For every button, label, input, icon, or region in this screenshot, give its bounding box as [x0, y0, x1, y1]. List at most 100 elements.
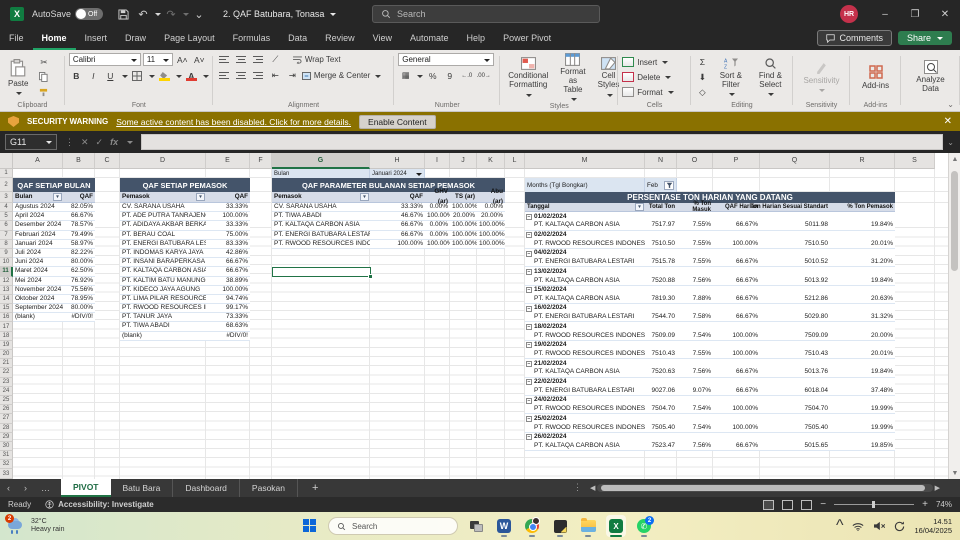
table-row[interactable]: PT. TIWA ABADI 68.63% [120, 322, 250, 332]
wrap-text-button[interactable]: Wrap Text [292, 53, 341, 66]
collapse-icon[interactable]: − [526, 379, 532, 386]
scroll-right-icon[interactable]: ▶ [935, 484, 940, 492]
table-row[interactable]: CV. SARANA USAHA 33.33% 0.00% 100.00% 0.… [272, 203, 505, 213]
table-row[interactable]: PT. KALTAQA CARBON ASIA 7819.30 7.88% 66… [525, 294, 895, 305]
percent-style-icon[interactable]: % [425, 69, 440, 82]
collapse-icon[interactable]: − [526, 434, 532, 441]
find-select-button[interactable]: Find & Select [752, 53, 789, 101]
table-row[interactable]: PT. KALTAQA CARBON ASIA 66.67% [120, 267, 250, 277]
restore-button[interactable]: ❐ [900, 0, 930, 28]
table-row[interactable]: Oktober 2024 78.95% [13, 294, 95, 305]
enable-content-button[interactable]: Enable Content [359, 114, 436, 129]
clear-icon[interactable]: ◇ [695, 86, 710, 99]
row-header-32[interactable]: 32 [0, 460, 13, 470]
ribbon-tab[interactable]: Home [32, 28, 76, 50]
sheet-tab[interactable]: Batu Bara [111, 479, 174, 497]
security-warning-message[interactable]: Some active content has been disabled. C… [116, 117, 351, 127]
ribbon-tab[interactable]: Page Layout [155, 28, 224, 50]
collapse-icon[interactable]: − [526, 268, 532, 275]
accessibility-status[interactable]: Accessibility: Investigate [45, 500, 154, 509]
date-group-row[interactable]: − 02/02/2024 [525, 230, 895, 240]
column-header-L[interactable]: L [505, 153, 525, 169]
align-bottom-icon[interactable] [251, 53, 266, 66]
filter-value[interactable]: Feb [645, 178, 677, 192]
column-header-D[interactable]: D [120, 153, 206, 169]
paste-button[interactable]: Paste [4, 53, 32, 101]
horizontal-scrollbar[interactable]: ◀ ▶ [590, 483, 940, 493]
formula-input[interactable] [141, 134, 944, 150]
row-header-33[interactable]: 33 [0, 469, 13, 479]
row-header-22[interactable]: 22 [0, 368, 13, 378]
table-row[interactable]: PT. TIWA ABADI 46.67% 100.00% 20.00% 20.… [272, 212, 505, 222]
font-color-icon[interactable]: A [184, 69, 199, 82]
table-row[interactable]: PT. ADE PUTRA TANRAJENG 100.00% [120, 212, 250, 222]
increase-indent-icon[interactable]: ⇥ [285, 69, 300, 82]
scroll-up-icon[interactable]: ▲ [949, 153, 960, 165]
date-group-row[interactable]: − 26/02/2024 [525, 432, 895, 442]
row-header-15[interactable]: 15 [0, 304, 13, 314]
orientation-icon[interactable]: ⟋ [268, 53, 283, 66]
table-row[interactable]: PT. KALTAQA CARBON ASIA 7520.88 7.56% 66… [525, 276, 895, 286]
ribbon-tab[interactable]: Power Pivot [494, 28, 560, 50]
fill-color-icon[interactable] [157, 69, 172, 82]
chrome-app-button[interactable] [522, 515, 542, 537]
sheet-tab[interactable]: PIVOT [61, 479, 111, 497]
collapse-icon[interactable]: − [526, 232, 532, 239]
collapse-icon[interactable]: − [526, 415, 532, 422]
column-header-E[interactable]: E [206, 153, 250, 169]
bold-button[interactable]: B [69, 69, 84, 82]
page-layout-view-icon[interactable] [782, 499, 794, 510]
row-header-29[interactable]: 29 [0, 432, 13, 442]
filter-dropdown-icon[interactable]: ▾ [635, 203, 644, 212]
column-header-G[interactable]: G [272, 153, 370, 169]
excel-app-button[interactable]: X [606, 515, 626, 537]
table-row[interactable]: PT. INSANI BARAPERKASA 66.67% [120, 258, 250, 268]
decrease-indent-icon[interactable]: ⇤ [268, 69, 283, 82]
ribbon-tab[interactable]: Insert [76, 28, 117, 50]
copy-icon[interactable] [36, 71, 51, 84]
cut-icon[interactable]: ✂ [36, 56, 51, 69]
column-header-R[interactable]: R [830, 153, 895, 169]
ribbon-tab[interactable]: Review [316, 28, 364, 50]
align-left-icon[interactable] [217, 69, 232, 82]
scroll-left-icon[interactable]: ◀ [590, 484, 595, 492]
row-header-2[interactable]: 2 [0, 178, 13, 192]
increase-font-icon[interactable]: A˄ [175, 53, 190, 66]
font-size-combo[interactable]: 11 [142, 53, 173, 66]
row-header-24[interactable]: 24 [0, 386, 13, 396]
table-row[interactable]: PT. RWOOD RESOURCES INDONESIA 100.00% 10… [272, 239, 505, 249]
borders-dropdown-icon[interactable] [148, 74, 155, 81]
close-button[interactable]: ✕ [930, 0, 960, 28]
fill-color-dropdown-icon[interactable] [175, 74, 182, 81]
table-row[interactable]: PT. RWOOD RESOURCES INDONESIA 7510.50 7.… [525, 239, 895, 249]
collapse-icon[interactable]: − [526, 305, 532, 312]
table-row[interactable]: Agustus 2024 82.05% [13, 203, 95, 213]
insert-cells-button[interactable]: Insert [622, 56, 687, 69]
row-header-31[interactable]: 31 [0, 451, 13, 461]
row-header-19[interactable]: 19 [0, 340, 13, 350]
table-row[interactable]: PT. INDOMAS KARYA JAYA 42.86% [120, 248, 250, 259]
insert-function-icon[interactable]: fx [110, 137, 118, 147]
fill-icon[interactable]: ⬇ [695, 71, 710, 84]
table-row[interactable]: PT. RWOOD RESOURCES INDONESIA 99.17% [120, 304, 250, 314]
file-explorer-button[interactable] [578, 515, 598, 537]
vertical-scroll-thumb[interactable] [951, 171, 958, 271]
ribbon-tab[interactable]: Automate [401, 28, 458, 50]
table-row[interactable]: PT. KIDECO JAYA AGUNG 100.00% [120, 285, 250, 295]
format-cells-button[interactable]: Format [622, 86, 687, 99]
table-row[interactable]: Desember 2024 78.57% [13, 221, 95, 231]
table-row[interactable]: PT. ADIDAYA AKBAR BERKARYA 33.33% [120, 221, 250, 231]
align-middle-icon[interactable] [234, 53, 249, 66]
table-row[interactable]: September 2024 80.00% [13, 304, 95, 314]
decrease-font-icon[interactable]: A˅ [192, 53, 207, 66]
filter-dropdown-icon[interactable]: ▾ [196, 193, 205, 201]
table-row[interactable]: CV. SARANA USAHA 33.33% [120, 203, 250, 213]
column-header-M[interactable]: M [525, 153, 645, 169]
table-row[interactable]: PT. KALTAQA CARBON ASIA 66.67% 0.00% 100… [272, 221, 505, 231]
security-close-icon[interactable]: ✕ [944, 116, 952, 127]
select-all-corner[interactable] [0, 153, 13, 169]
title-search-box[interactable]: Search [372, 5, 600, 23]
format-as-table-button[interactable]: Format as Table [556, 53, 589, 102]
date-group-row[interactable]: − 01/02/2024 [525, 212, 895, 222]
table-row[interactable]: PT. KALTIM BATU MANUNGGAL 38.89% [120, 276, 250, 286]
